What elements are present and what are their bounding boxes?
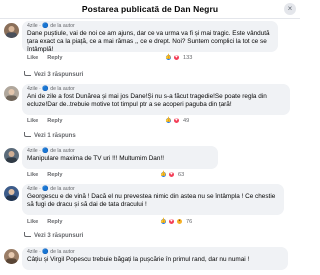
comment: 4zile · 🔵 de la autor Dane puștiule, vai… <box>0 21 300 71</box>
comment-actions: Like Reply <box>27 219 62 225</box>
comment-bubble: 4zile · 🔵 de la autor Câțiu și Virgil Po… <box>22 247 288 270</box>
view-replies-link[interactable]: Vezi 3 răspunsuri <box>24 232 83 239</box>
reply-button[interactable]: Reply <box>47 219 62 225</box>
author-tag: · 🔵 de la autor <box>39 249 75 255</box>
reply-arrow-icon <box>24 232 31 237</box>
like-button[interactable]: Like <box>27 172 38 178</box>
reactions[interactable]: 👍 ♥ 133 <box>165 54 192 61</box>
comment: 4zile · 🔵 de la autor Ani de zile a fost… <box>0 84 300 134</box>
comment-meta: 4zile · 🔵 de la autor <box>27 86 285 93</box>
comment-text: Dane puștiule, vai de noi ce am ajuns, d… <box>27 30 270 53</box>
like-button[interactable]: Like <box>27 219 38 225</box>
comment-time: 4zile <box>27 249 38 255</box>
close-icon[interactable]: × <box>284 3 296 15</box>
comment-meta: 4zile · 🔵 de la autor <box>27 148 213 155</box>
like-reaction-icon: 👍 <box>165 117 172 124</box>
comment-actions: Like Reply <box>27 172 62 178</box>
like-reaction-icon: 👍 <box>160 218 167 225</box>
view-replies-link[interactable]: Vezi 1 răspuns <box>24 132 76 139</box>
comment-actions: Like Reply <box>27 118 62 124</box>
author-tag: · 🔵 de la autor <box>39 23 75 29</box>
reaction-count: 133 <box>183 54 193 61</box>
author-tag: · 🔵 de la autor <box>39 186 75 192</box>
wow-reaction-icon: • <box>176 218 183 225</box>
reaction-count: 63 <box>178 171 185 178</box>
reply-button[interactable]: Reply <box>47 55 62 61</box>
avatar[interactable] <box>4 249 19 264</box>
dialog-header: Postarea publicată de Dan Negru × <box>0 0 300 19</box>
avatar[interactable] <box>4 186 19 201</box>
love-reaction-icon: ♥ <box>173 54 180 61</box>
view-replies-link[interactable]: Vezi 3 răspunsuri <box>24 71 83 78</box>
comment-meta: 4zile · 🔵 de la autor <box>27 249 283 256</box>
reaction-count: 49 <box>183 117 190 124</box>
like-button[interactable]: Like <box>27 55 38 61</box>
comment: 4zile · 🔵 de la autor Câțiu și Virgil Po… <box>0 247 300 275</box>
reply-arrow-icon <box>24 71 31 76</box>
dialog-title: Postarea publicată de Dan Negru <box>81 4 219 14</box>
replies-label[interactable]: Vezi 3 răspunsuri <box>34 72 83 78</box>
comment-bubble: 4zile · 🔵 de la autor Ani de zile a fost… <box>22 84 290 115</box>
replies-label[interactable]: Vezi 1 răspuns <box>34 133 76 139</box>
avatar[interactable] <box>4 86 19 101</box>
comment-text: Câțiu și Virgil Popescu trebuie băgați l… <box>27 256 250 263</box>
comment-time: 4zile <box>27 148 38 154</box>
comment-text: Georgescu e de vină ! Dacă el nu prevest… <box>27 193 276 208</box>
comment-text: Ani de zile a fost Dunărea și mai jos Da… <box>27 93 267 108</box>
comment-bubble: 4zile · 🔵 de la autor Dane puștiule, vai… <box>22 21 278 53</box>
reply-button[interactable]: Reply <box>47 172 62 178</box>
reactions[interactable]: 👍 ♥ 63 <box>160 171 184 178</box>
avatar[interactable] <box>4 148 19 163</box>
like-button[interactable]: Like <box>27 118 38 124</box>
love-reaction-icon: ♥ <box>168 171 175 178</box>
like-reaction-icon: 👍 <box>160 171 167 178</box>
love-reaction-icon: ♥ <box>168 218 175 225</box>
comment-time: 4zile <box>27 186 38 192</box>
comment: 4zile · 🔵 de la autor Georgescu e de vin… <box>0 184 300 234</box>
comment-text: Manipulare maxima de TV uri !!! Multumim… <box>27 155 164 162</box>
comment-time: 4zile <box>27 23 38 29</box>
reply-button[interactable]: Reply <box>47 118 62 124</box>
replies-label[interactable]: Vezi 3 răspunsuri <box>34 233 83 239</box>
comment-actions: Like Reply <box>27 55 62 61</box>
reply-arrow-icon <box>24 132 31 137</box>
author-tag: · 🔵 de la autor <box>39 86 75 92</box>
reactions[interactable]: 👍 ♥ • 76 <box>160 218 192 225</box>
comment-meta: 4zile · 🔵 de la autor <box>27 186 279 193</box>
reactions[interactable]: 👍 ♥ 49 <box>165 117 189 124</box>
love-reaction-icon: ♥ <box>173 117 180 124</box>
comment-bubble: 4zile · 🔵 de la autor Manipulare maxima … <box>22 146 218 169</box>
comment-time: 4zile <box>27 86 38 92</box>
comment-meta: 4zile · 🔵 de la autor <box>27 23 273 30</box>
comment-bubble: 4zile · 🔵 de la autor Georgescu e de vin… <box>22 184 284 215</box>
author-tag: · 🔵 de la autor <box>39 148 75 154</box>
avatar[interactable] <box>4 23 19 38</box>
comment: 4zile · 🔵 de la autor Manipulare maxima … <box>0 146 300 178</box>
reaction-count: 76 <box>186 218 193 225</box>
like-reaction-icon: 👍 <box>165 54 172 61</box>
